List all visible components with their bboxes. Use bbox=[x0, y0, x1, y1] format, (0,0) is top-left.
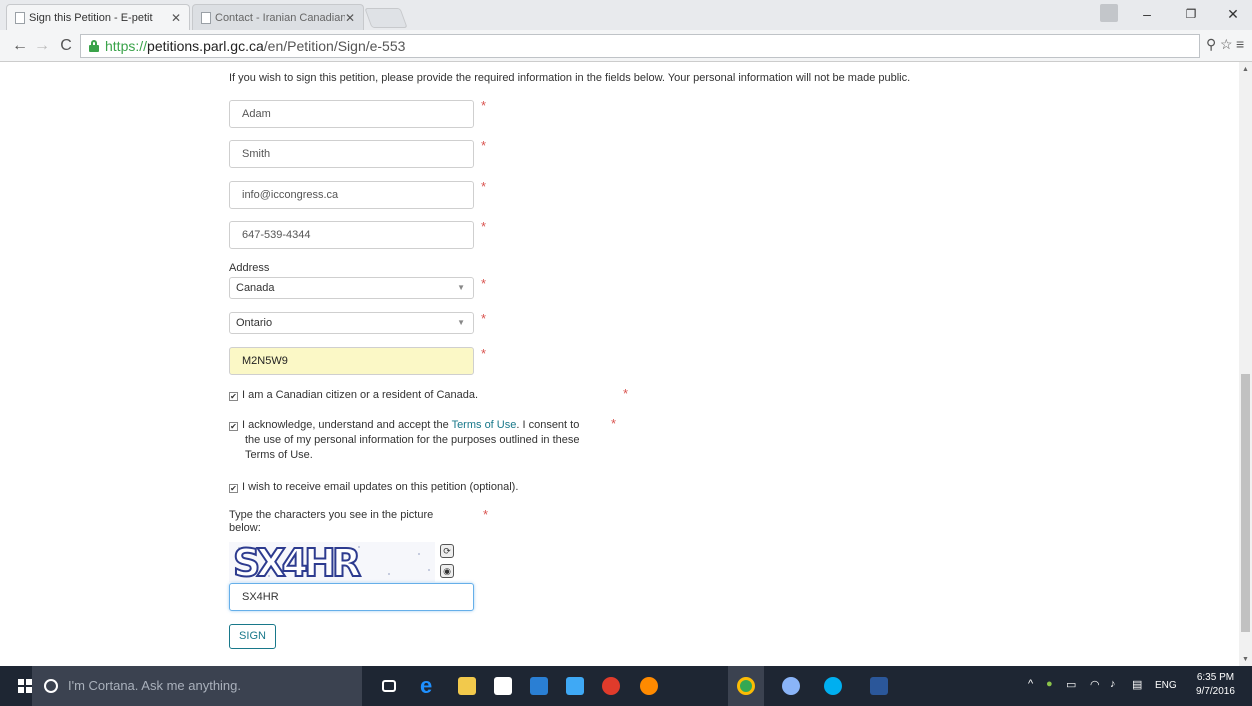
tab-label: Contact - Iranian Canadian bbox=[215, 12, 345, 24]
required-marker: * bbox=[481, 219, 487, 234]
required-marker: * bbox=[623, 386, 629, 401]
media-player-icon[interactable] bbox=[530, 677, 548, 695]
lock-icon bbox=[89, 40, 99, 52]
cortana-placeholder: I'm Cortana. Ask me anything. bbox=[68, 678, 242, 693]
close-tab-icon[interactable]: ✕ bbox=[345, 5, 355, 30]
page-scrollbar[interactable]: ▲ ▼ bbox=[1239, 62, 1252, 666]
cortana-icon bbox=[44, 679, 58, 693]
edge-icon[interactable]: e bbox=[420, 675, 438, 697]
wifi-icon[interactable]: ◠ bbox=[1090, 678, 1100, 691]
captcha-image: SX4HR bbox=[229, 542, 435, 582]
reload-icon[interactable]: C bbox=[56, 36, 76, 56]
audio-captcha-icon[interactable]: ◉ bbox=[440, 564, 454, 578]
address-bar[interactable]: https://petitions.parl.gc.ca/en/Petition… bbox=[80, 34, 1200, 58]
task-view-icon[interactable] bbox=[382, 680, 396, 692]
url-text: https://petitions.parl.gc.ca/en/Petition… bbox=[105, 38, 406, 54]
word-icon[interactable] bbox=[870, 677, 888, 695]
terms-line-3: Terms of Use. bbox=[245, 449, 313, 461]
tab-contact[interactable]: Contact - Iranian Canadian ✕ bbox=[192, 4, 364, 30]
page-icon bbox=[201, 12, 211, 24]
required-marker: * bbox=[481, 346, 487, 361]
forward-arrow-icon[interactable]: → bbox=[32, 36, 52, 56]
chrome-icon[interactable] bbox=[737, 677, 755, 695]
tab-label: Sign this Petition - E-petit bbox=[29, 12, 153, 24]
language-indicator[interactable]: ENG bbox=[1155, 680, 1177, 691]
back-arrow-icon[interactable]: ← bbox=[10, 36, 30, 56]
captcha-label: Type the characters you see in the pictu… bbox=[229, 509, 434, 534]
windows-taskbar: I'm Cortana. Ask me anything. e ^ ● ▭ ◠ … bbox=[0, 666, 1252, 706]
app-icon[interactable] bbox=[782, 677, 800, 695]
checkbox-checked-icon[interactable]: ✔ bbox=[229, 392, 238, 401]
updates-label: I wish to receive email updates on this … bbox=[242, 481, 519, 493]
minimize-button[interactable]: – bbox=[1132, 4, 1162, 24]
windows-start-icon[interactable] bbox=[18, 679, 32, 693]
network-app-icon[interactable]: ● bbox=[1046, 678, 1053, 690]
clock[interactable]: 6:35 PM 9/7/2016 bbox=[1196, 671, 1235, 699]
residency-checkbox-row[interactable]: ✔ I am a Canadian citizen or a resident o… bbox=[229, 388, 478, 403]
address-label: Address bbox=[229, 262, 270, 274]
required-marker: * bbox=[611, 416, 617, 431]
province-select[interactable]: Ontario ▼ bbox=[229, 312, 474, 334]
battery-icon[interactable]: ▭ bbox=[1066, 678, 1076, 691]
tab-sign-petition[interactable]: Sign this Petition - E-petit ✕ bbox=[6, 4, 190, 30]
updates-checkbox-row[interactable]: ✔ I wish to receive email updates on this… bbox=[229, 480, 518, 495]
required-marker: * bbox=[481, 98, 487, 113]
first-name-field[interactable]: Adam bbox=[229, 100, 474, 128]
volume-icon[interactable]: ♪ bbox=[1110, 678, 1116, 690]
checkbox-checked-icon[interactable]: ✔ bbox=[229, 422, 238, 431]
residency-label: I am a Canadian citizen or a resident of… bbox=[242, 389, 479, 401]
terms-suffix: . I consent to bbox=[516, 419, 580, 431]
user-profile-icon[interactable] bbox=[1100, 4, 1118, 22]
scroll-thumb[interactable] bbox=[1241, 374, 1250, 632]
checkbox-checked-icon[interactable]: ✔ bbox=[229, 484, 238, 493]
sign-button[interactable]: SIGN bbox=[229, 624, 276, 649]
new-tab-button[interactable] bbox=[364, 8, 408, 28]
notification-icon[interactable]: ▤ bbox=[1132, 678, 1142, 691]
close-window-button[interactable]: ✕ bbox=[1218, 4, 1248, 24]
clock-time: 6:35 PM bbox=[1196, 672, 1235, 683]
restore-button[interactable]: ❐ bbox=[1176, 4, 1206, 24]
phone-field[interactable]: 647-539-4344 bbox=[229, 221, 474, 249]
last-name-field[interactable]: Smith bbox=[229, 140, 474, 168]
scroll-up-icon[interactable]: ▲ bbox=[1241, 66, 1250, 73]
required-marker: * bbox=[481, 311, 487, 326]
country-select[interactable]: Canada ▼ bbox=[229, 277, 474, 299]
skype-icon[interactable] bbox=[824, 677, 842, 695]
captcha-input[interactable]: SX4HR bbox=[229, 583, 474, 611]
chevron-down-icon: ▼ bbox=[457, 283, 465, 292]
page-icon bbox=[15, 12, 25, 24]
email-field[interactable]: info@iccongress.ca bbox=[229, 181, 474, 209]
tab-strip: Sign this Petition - E-petit ✕ Contact -… bbox=[0, 0, 1252, 30]
terms-prefix: I acknowledge, understand and accept the bbox=[242, 419, 452, 431]
file-explorer-icon[interactable] bbox=[458, 677, 476, 695]
intro-text: If you wish to sign this petition, pleas… bbox=[229, 72, 911, 84]
clock-date: 9/7/2016 bbox=[1196, 686, 1235, 697]
chevron-up-icon[interactable]: ^ bbox=[1028, 678, 1033, 690]
required-marker: * bbox=[481, 276, 487, 291]
cortana-search-box[interactable]: I'm Cortana. Ask me anything. bbox=[32, 666, 362, 706]
chevron-down-icon: ▼ bbox=[457, 318, 465, 327]
required-marker: * bbox=[483, 507, 489, 522]
province-value: Ontario bbox=[236, 317, 273, 329]
terms-checkbox-row[interactable]: ✔ I acknowledge, understand and accept th… bbox=[229, 418, 629, 463]
bookmark-star-icon[interactable]: ☆ bbox=[1220, 36, 1233, 53]
firefox-icon[interactable] bbox=[640, 677, 658, 695]
close-tab-icon[interactable]: ✕ bbox=[171, 5, 181, 30]
remote-desktop-icon[interactable] bbox=[566, 677, 584, 695]
terms-line-2: the use of my personal information for t… bbox=[245, 434, 580, 446]
required-marker: * bbox=[481, 138, 487, 153]
captcha-text: SX4HR bbox=[233, 542, 361, 582]
terms-of-use-link[interactable]: Terms of Use bbox=[452, 419, 517, 431]
zoom-icon[interactable]: ⚲ bbox=[1206, 36, 1216, 53]
refresh-captcha-icon[interactable]: ⟳ bbox=[440, 544, 454, 558]
menu-icon[interactable]: ≡ bbox=[1236, 36, 1244, 52]
required-marker: * bbox=[481, 179, 487, 194]
postal-code-field[interactable]: M2N5W9 bbox=[229, 347, 474, 375]
scroll-down-icon[interactable]: ▼ bbox=[1241, 656, 1250, 663]
cloud-app-icon[interactable] bbox=[602, 677, 620, 695]
country-value: Canada bbox=[236, 282, 275, 294]
browser-toolbar: ← → C https://petitions.parl.gc.ca/en/Pe… bbox=[0, 30, 1252, 62]
store-icon[interactable] bbox=[494, 677, 512, 695]
